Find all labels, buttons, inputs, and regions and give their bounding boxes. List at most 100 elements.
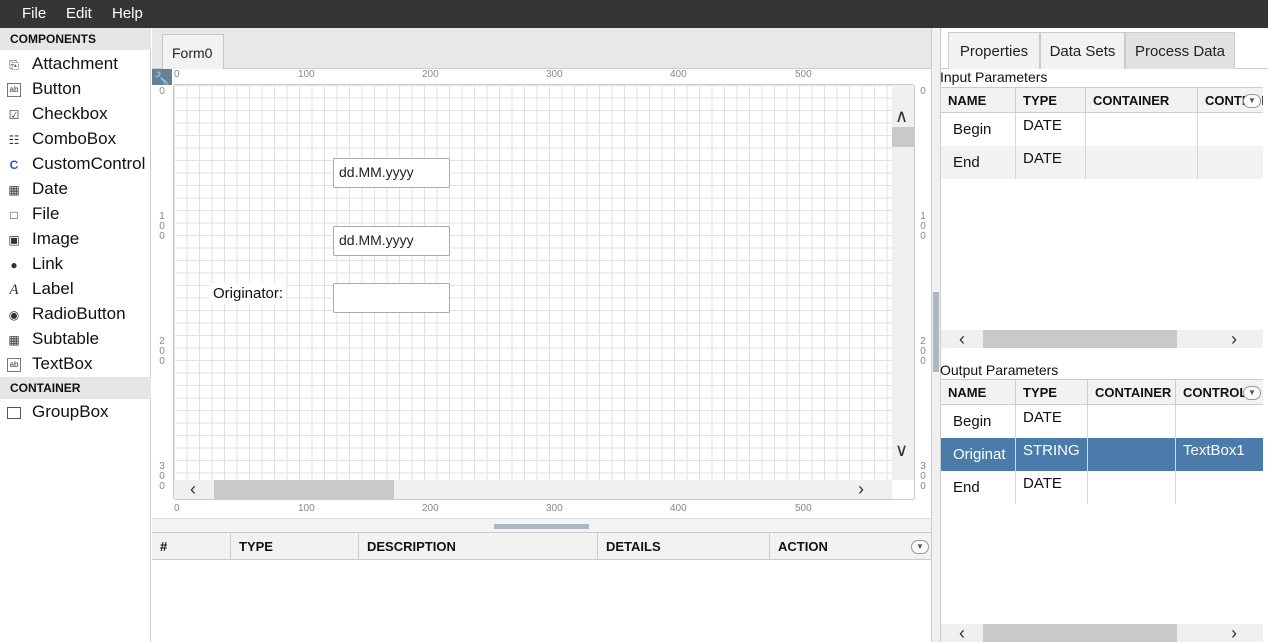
menu-help[interactable]: Help <box>112 5 143 22</box>
component-combobox[interactable]: ☷ ComboBox <box>0 128 151 153</box>
component-date[interactable]: ▦ Date <box>0 178 151 203</box>
table-row[interactable]: Begin DATE <box>941 113 1263 146</box>
originator-label[interactable]: Originator: <box>210 283 287 304</box>
scroll-down-icon[interactable]: ∨ <box>895 441 908 459</box>
splitter-grip[interactable] <box>494 524 589 529</box>
tab-process-data[interactable]: Process Data <box>1125 32 1235 69</box>
component-checkbox[interactable]: ☑ Checkbox <box>0 103 151 128</box>
design-grid[interactable]: dd.MM.yyyy dd.MM.yyyy Originator: <box>174 85 892 480</box>
input-header-row: NAME TYPE CONTAINER CONTROL ▼ <box>941 87 1263 113</box>
scroll-right-icon[interactable]: › <box>858 480 864 498</box>
menu-edit[interactable]: Edit <box>66 5 92 22</box>
vertical-splitter[interactable] <box>931 28 941 642</box>
table-row-selected[interactable]: Originat STRING TextBox1 <box>941 438 1263 471</box>
component-label: Link <box>32 254 64 273</box>
date-field-end[interactable]: dd.MM.yyyy <box>333 226 450 256</box>
column-header[interactable]: NAME <box>941 380 1015 404</box>
component-groupbox[interactable]: GroupBox <box>0 401 151 426</box>
scroll-thumb[interactable] <box>983 624 1177 642</box>
ruler-tick-label: 400 <box>670 69 687 80</box>
component-label: GroupBox <box>32 402 109 421</box>
scroll-thumb[interactable] <box>214 480 394 499</box>
column-header[interactable]: CONTAINER <box>1085 88 1197 112</box>
container-header: CONTAINER <box>0 377 151 399</box>
label-icon: A <box>9 282 19 298</box>
component-textbox[interactable]: ab TextBox <box>0 353 151 378</box>
menu-file[interactable]: File <box>22 5 46 22</box>
component-label: Subtable <box>32 329 100 348</box>
components-header: COMPONENTS <box>0 28 151 50</box>
column-header[interactable]: # <box>152 533 230 560</box>
groupbox-icon <box>7 407 21 419</box>
cell-type: DATE <box>1015 471 1087 504</box>
column-header[interactable]: TYPE <box>1015 380 1087 404</box>
cell-name: Begin <box>953 413 992 430</box>
cell-container <box>1085 146 1197 179</box>
ruler-tick-label: 500 <box>795 69 812 80</box>
input-horizontal-scrollbar[interactable]: ‹ › <box>941 330 1263 348</box>
component-label: ComboBox <box>32 129 117 148</box>
horizontal-splitter[interactable] <box>152 518 931 532</box>
component-file[interactable]: □ File <box>0 203 151 228</box>
column-header[interactable]: ACTION <box>769 533 931 560</box>
cell-type: STRING <box>1015 438 1087 471</box>
component-attachment[interactable]: ⎘ Attachment <box>0 53 151 78</box>
column-header[interactable]: DETAILS <box>597 533 769 560</box>
column-menu-icon[interactable]: ▼ <box>1243 386 1261 400</box>
scroll-up-icon[interactable]: ∧ <box>895 107 908 125</box>
date-field-begin[interactable]: dd.MM.yyyy <box>333 158 450 188</box>
cell-control: TextBox1 <box>1175 438 1263 471</box>
form-tabstrip: Form0 <box>152 28 931 69</box>
component-image[interactable]: ▣ Image <box>0 228 151 253</box>
cell-container <box>1085 113 1197 146</box>
output-horizontal-scrollbar[interactable]: ‹ › <box>941 624 1263 642</box>
scroll-left-icon[interactable]: ‹ <box>959 624 965 642</box>
scroll-thumb[interactable] <box>892 127 914 147</box>
column-header[interactable]: NAME <box>941 88 1015 112</box>
column-menu-icon[interactable]: ▼ <box>911 540 929 554</box>
component-link[interactable]: ● Link <box>0 253 151 278</box>
column-header[interactable]: CONTAINER <box>1087 380 1175 404</box>
column-header[interactable]: TYPE <box>230 533 358 560</box>
tab-form0[interactable]: Form0 <box>162 34 224 69</box>
table-row[interactable]: Begin DATE <box>941 405 1263 438</box>
globe-link-icon: ● <box>10 258 18 272</box>
column-menu-icon[interactable]: ▼ <box>1243 94 1261 108</box>
scroll-thumb[interactable] <box>983 330 1177 348</box>
cell-name: End <box>953 479 980 496</box>
tab-data-sets[interactable]: Data Sets <box>1040 32 1125 69</box>
canvas-horizontal-scrollbar[interactable]: ‹ › <box>174 480 892 499</box>
splitter-grip[interactable] <box>933 292 939 372</box>
scroll-left-icon[interactable]: ‹ <box>190 480 196 498</box>
tab-properties[interactable]: Properties <box>948 32 1040 69</box>
ruler-tick-label: 300 <box>546 503 563 514</box>
component-label: Checkbox <box>32 104 108 123</box>
component-label: Image <box>32 229 80 248</box>
table-row[interactable]: End DATE <box>941 471 1263 504</box>
ruler-tick-label: 0 <box>159 86 165 97</box>
component-button[interactable]: ab Button <box>0 78 151 103</box>
scroll-right-icon[interactable]: › <box>1231 624 1237 642</box>
scroll-left-icon[interactable]: ‹ <box>959 330 965 348</box>
component-label[interactable]: A Label <box>0 278 151 303</box>
column-header[interactable]: TYPE <box>1015 88 1085 112</box>
column-header[interactable]: DESCRIPTION <box>358 533 597 560</box>
component-subtable[interactable]: ▦ Subtable <box>0 328 151 353</box>
ruler-tick-label: 300 <box>546 69 563 80</box>
ruler-left: 0 1 0 0 2 0 0 3 0 0 <box>152 85 174 499</box>
output-header-row: NAME TYPE CONTAINER CONTROL ▼ <box>941 379 1263 405</box>
originator-textbox[interactable] <box>333 283 450 313</box>
canvas-vertical-scrollbar[interactable]: ∧ ∨ <box>892 85 914 480</box>
paperclip-icon: ⎘ <box>9 58 19 72</box>
scroll-right-icon[interactable]: › <box>1231 330 1237 348</box>
table-row[interactable]: End DATE <box>941 146 1263 179</box>
ruler-right: 0 1 0 0 2 0 0 3 0 0 <box>914 85 932 499</box>
component-customcontrol[interactable]: C CustomControl <box>0 153 151 178</box>
component-radiobutton[interactable]: ◉ RadioButton <box>0 303 151 328</box>
ruler-tick-label: 200 <box>422 69 439 80</box>
cell-control <box>1197 113 1263 146</box>
messages-table: # TYPE DESCRIPTION DETAILS ACTION ▼ <box>152 532 931 642</box>
ruler-tick-label: 100 <box>298 69 315 80</box>
ruler-tick-label: 400 <box>670 503 687 514</box>
ruler-tick-label: 2 0 0 <box>159 336 165 367</box>
